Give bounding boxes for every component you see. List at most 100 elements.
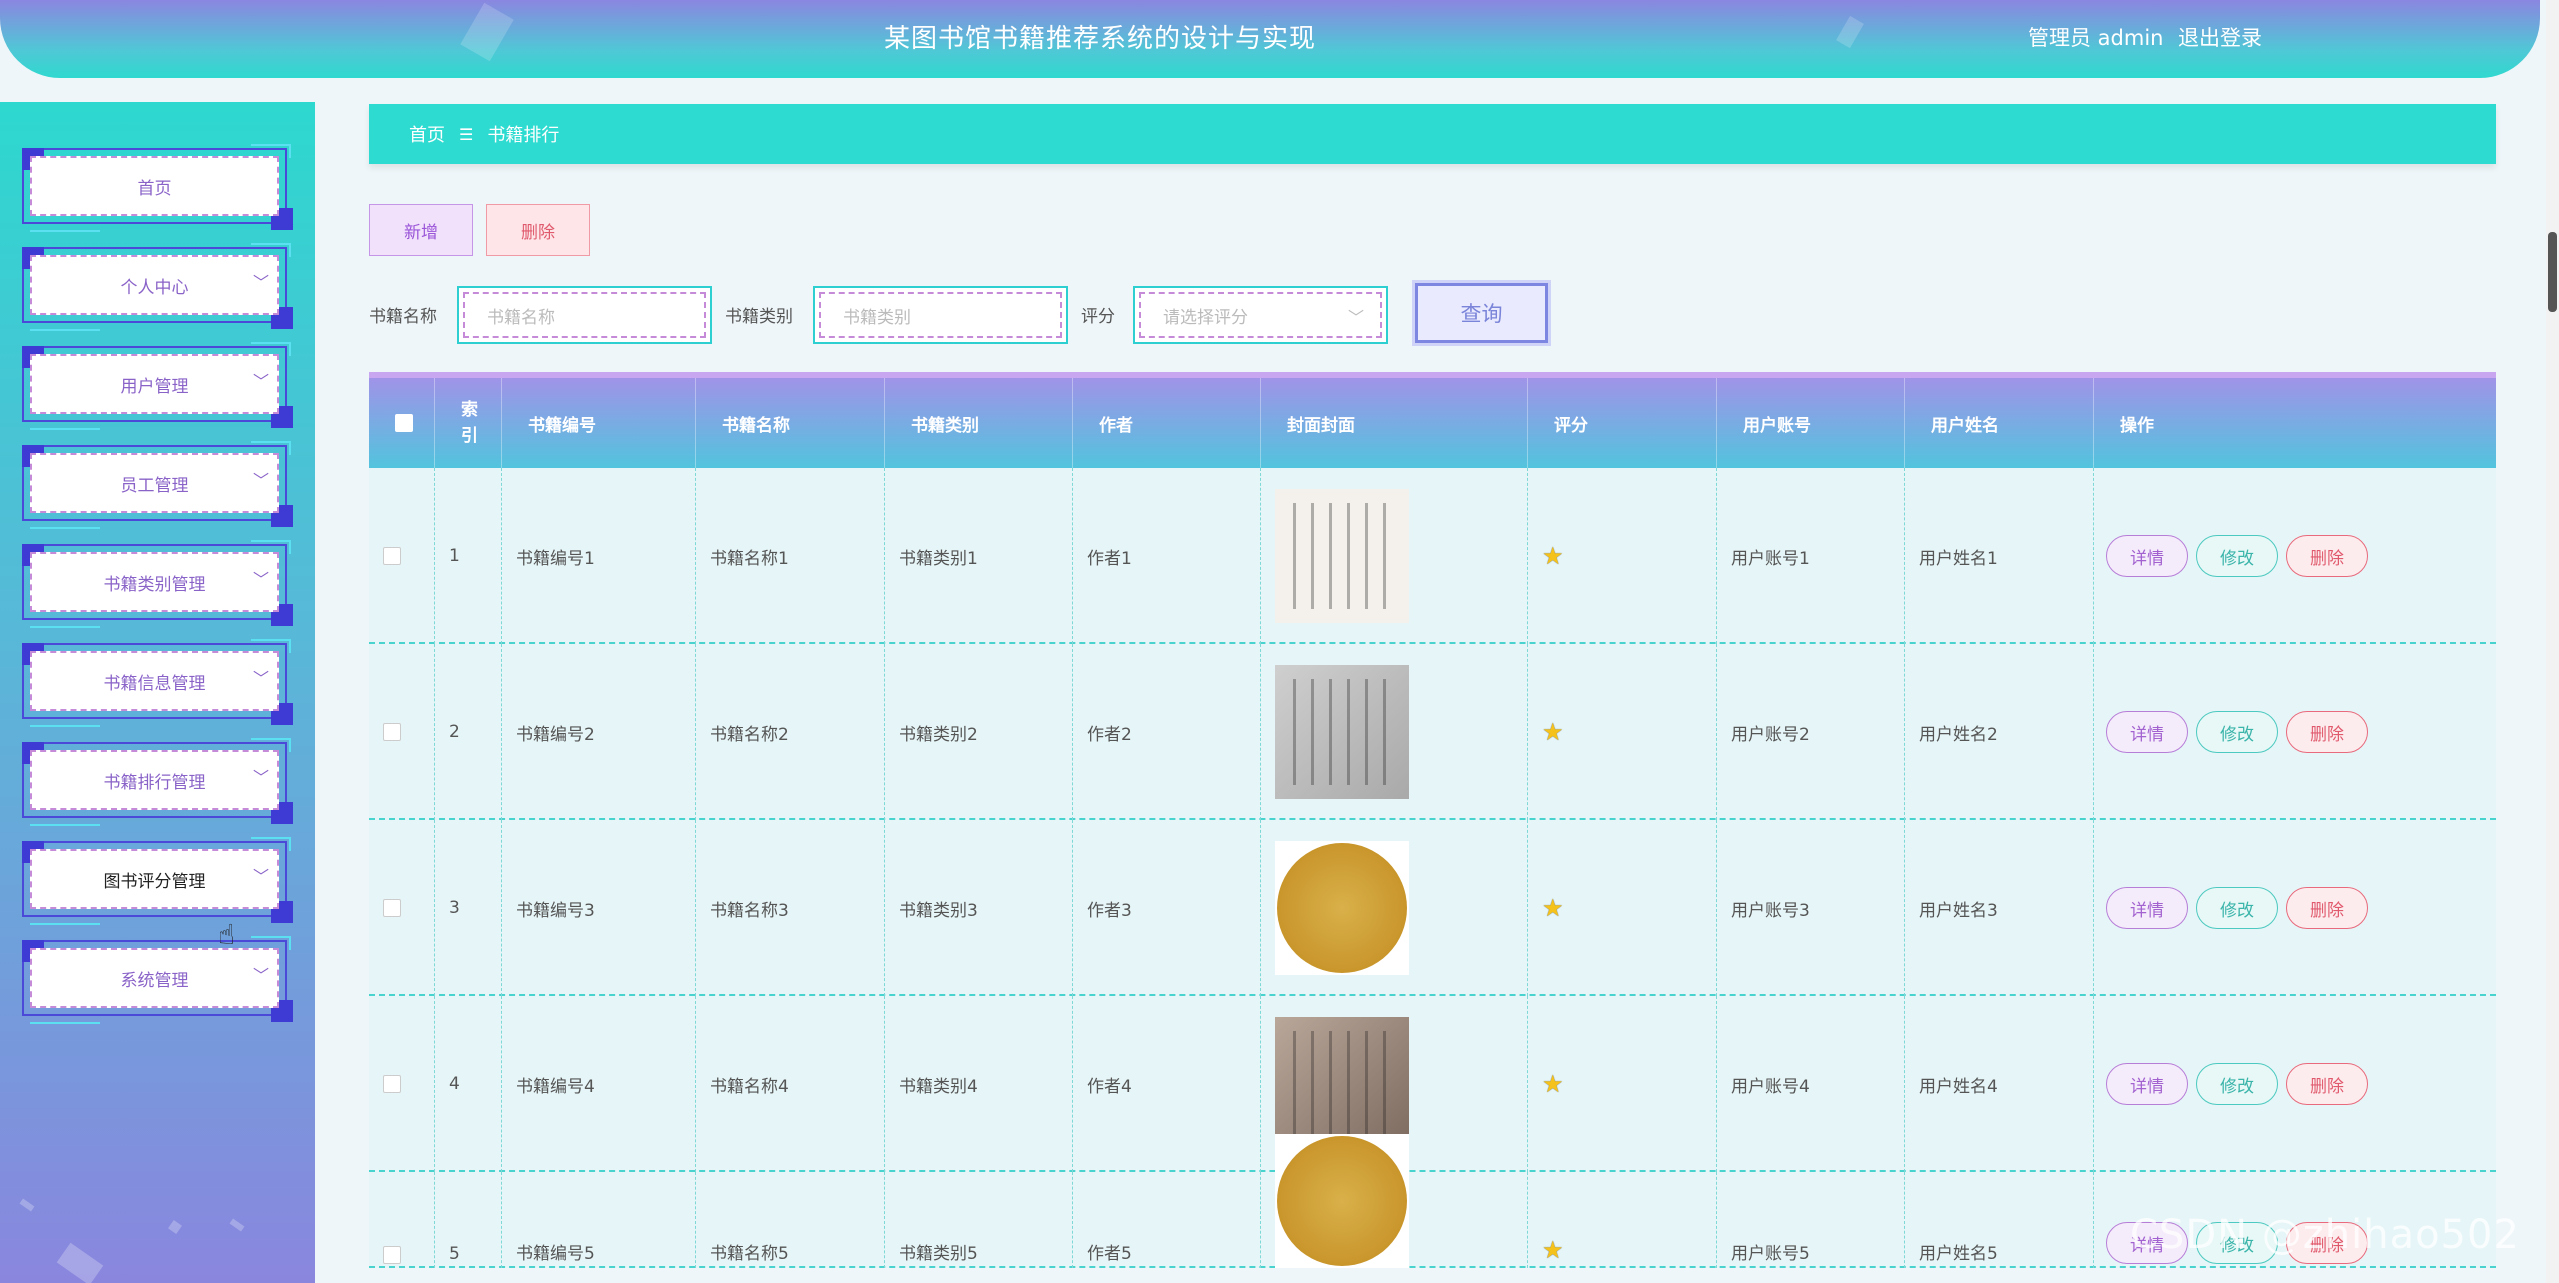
user-account: 用户账号5 <box>1731 1244 1810 1264</box>
page-scrollbar-thumb[interactable] <box>2548 232 2557 312</box>
user-account: 用户账号1 <box>1731 548 1810 569</box>
book-name-input[interactable]: 书籍名称 <box>457 286 712 344</box>
edit-button[interactable]: 修改 <box>2196 1063 2278 1105</box>
header-index: 索引 <box>435 378 502 468</box>
breadcrumb-home[interactable]: 首页 <box>409 121 445 147</box>
book-code-cell: 书籍编号4 <box>502 996 696 1172</box>
rating-cell: ★ <box>1528 1172 1717 1268</box>
sidebar-item-6[interactable]: 书籍排行管理 ﹀ <box>22 738 293 826</box>
book-code: 书籍编号2 <box>516 724 595 745</box>
select-all-checkbox[interactable] <box>395 414 413 432</box>
book-name-cell: 书籍名称4 <box>696 996 885 1172</box>
sidebar-item-label: 首页 <box>30 156 279 216</box>
book-code-cell: 书籍编号3 <box>502 820 696 996</box>
sidebar-item-2[interactable]: 用户管理 ﹀ <box>22 342 293 430</box>
sidebar-item-label: 系统管理 <box>30 948 279 1008</box>
menu-accent <box>30 923 100 925</box>
chevron-down-icon: ﹀ <box>1347 308 1364 327</box>
book-code: 书籍编号5 <box>516 1244 595 1264</box>
edit-button[interactable]: 修改 <box>2196 887 2278 929</box>
book-type-input[interactable]: 书籍类别 <box>813 286 1068 344</box>
breadcrumb-separator-icon: ☰ <box>459 124 474 144</box>
user-account-cell: 用户账号1 <box>1717 468 1905 644</box>
book-cover-cell <box>1261 1134 1528 1268</box>
watermark: CSDN @zhihao502 <box>2130 1212 2520 1258</box>
row-index-cell: 3 <box>435 820 502 996</box>
delete-button[interactable]: 删除 <box>2286 535 2368 577</box>
header-cover: 封面封面 <box>1261 378 1528 468</box>
user-account: 用户账号2 <box>1731 724 1810 745</box>
book-code: 书籍编号3 <box>516 900 595 921</box>
book-author: 作者5 <box>1087 1244 1132 1264</box>
book-cover-cell <box>1261 468 1528 644</box>
header-account: 用户账号 <box>1717 378 1905 468</box>
user-name-cell: 用户姓名1 <box>1905 468 2094 644</box>
rating-select[interactable]: 请选择评分 ﹀ <box>1133 286 1388 344</box>
book-name: 书籍名称1 <box>710 548 789 569</box>
detail-button[interactable]: 详情 <box>2106 535 2188 577</box>
book-type-label: 书籍类别 <box>725 307 793 327</box>
book-cover-image[interactable] <box>1275 1017 1409 1151</box>
rating-cell: ★ <box>1528 820 1717 996</box>
user-name: 用户姓名2 <box>1919 724 1998 745</box>
star-icon: ★ <box>1542 542 1564 570</box>
row-checkbox[interactable] <box>383 1075 401 1093</box>
rating-cell: ★ <box>1528 996 1717 1172</box>
header-actions: 操作 <box>2120 415 2154 436</box>
delete-button[interactable]: 删除 <box>2286 887 2368 929</box>
chevron-down-icon: ﹀ <box>252 372 269 391</box>
sidebar-item-8[interactable]: 系统管理 ﹀ <box>22 936 293 1024</box>
book-author: 作者2 <box>1087 724 1132 745</box>
row-checkbox[interactable] <box>383 1246 401 1264</box>
book-name-cell: 书籍名称1 <box>696 468 885 644</box>
book-author-cell: 作者5 <box>1073 1172 1261 1268</box>
row-select-cell <box>369 996 435 1172</box>
user-account: 用户账号3 <box>1731 900 1810 921</box>
chevron-down-icon: ﹀ <box>252 273 269 292</box>
query-button[interactable]: 查询 <box>1415 283 1548 343</box>
header-type: 书籍类别 <box>885 378 1073 468</box>
row-checkbox[interactable] <box>383 899 401 917</box>
sidebar-item-5[interactable]: 书籍信息管理 ﹀ <box>22 639 293 727</box>
sidebar-item-0[interactable]: 首页 <box>22 144 293 232</box>
row-select-cell <box>369 644 435 820</box>
sidebar-item-3[interactable]: 员工管理 ﹀ <box>22 441 293 529</box>
row-index-cell: 5 <box>435 1172 502 1268</box>
user-name: 用户姓名5 <box>1919 1244 1998 1264</box>
detail-button[interactable]: 详情 <box>2106 711 2188 753</box>
header-username: 用户姓名 <box>1905 378 2094 468</box>
mouse-cursor-icon: ☝ <box>218 918 236 951</box>
row-checkbox[interactable] <box>383 723 401 741</box>
rating-label: 评分 <box>1081 307 1115 327</box>
book-type: 书籍类别1 <box>899 548 978 569</box>
book-type-cell: 书籍类别2 <box>885 644 1073 820</box>
star-icon: ★ <box>1542 718 1564 746</box>
row-index-cell: 1 <box>435 468 502 644</box>
book-name-cell: 书籍名称3 <box>696 820 885 996</box>
sidebar-item-7[interactable]: 图书评分管理 ﹀ <box>22 837 293 925</box>
book-cover-image[interactable] <box>1275 489 1409 623</box>
book-cover-image[interactable] <box>1275 665 1409 799</box>
edit-button[interactable]: 修改 <box>2196 711 2278 753</box>
book-type: 书籍类别5 <box>899 1244 978 1264</box>
detail-button[interactable]: 详情 <box>2106 887 2188 929</box>
row-select-cell <box>369 468 435 644</box>
delete-button[interactable]: 删除 <box>2286 1063 2368 1105</box>
sidebar-item-1[interactable]: 个人中心 ﹀ <box>22 243 293 331</box>
batch-delete-button[interactable]: 删除 <box>486 204 590 256</box>
book-cover-image[interactable] <box>1275 1134 1409 1268</box>
sidebar-item-4[interactable]: 书籍类别管理 ﹀ <box>22 540 293 628</box>
detail-button[interactable]: 详情 <box>2106 1063 2188 1105</box>
delete-button[interactable]: 删除 <box>2286 711 2368 753</box>
book-type: 书籍类别2 <box>899 724 978 745</box>
add-button[interactable]: 新增 <box>369 204 473 256</box>
page-scrollbar[interactable] <box>2546 0 2559 1283</box>
row-checkbox[interactable] <box>383 547 401 565</box>
row-actions-cell: 详情 修改 删除 <box>2094 468 2496 644</box>
logout-link[interactable]: 退出登录 <box>2178 22 2262 52</box>
app-header: 某图书馆书籍推荐系统的设计与实现 管理员 admin 退出登录 <box>0 0 2540 78</box>
book-cover-image[interactable] <box>1275 841 1409 975</box>
user-name: 用户姓名1 <box>1919 548 1998 569</box>
edit-button[interactable]: 修改 <box>2196 535 2278 577</box>
menu-accent <box>30 329 100 331</box>
